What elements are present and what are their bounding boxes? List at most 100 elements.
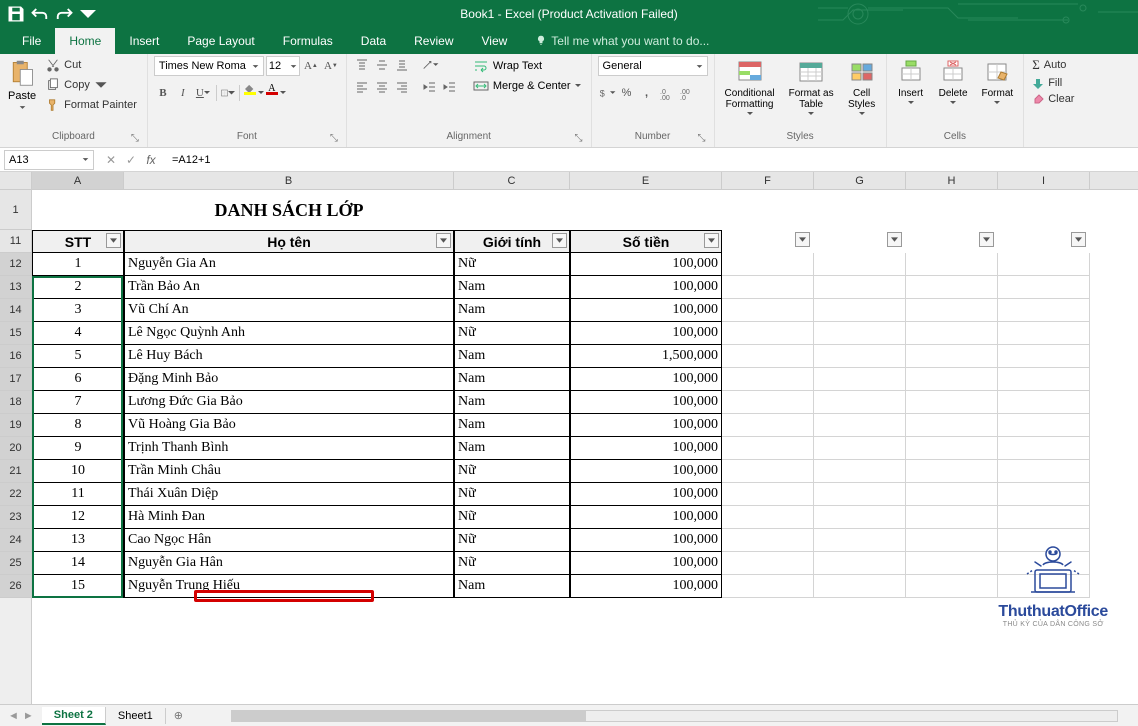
redo-icon[interactable]: [54, 4, 74, 24]
cell-gender[interactable]: Nam: [454, 414, 570, 437]
cell-name[interactable]: Lương Đức Gia Bảo: [124, 391, 454, 414]
cell-gender[interactable]: Nữ: [454, 253, 570, 276]
comma-button[interactable]: ,: [638, 84, 656, 102]
table-row[interactable]: 12Hà Minh ĐanNữ100,000: [32, 506, 1138, 529]
insert-cells-button[interactable]: Insert: [893, 56, 929, 129]
filter-button[interactable]: [704, 233, 719, 248]
decrease-indent-icon[interactable]: [421, 78, 439, 96]
hdr-gender[interactable]: Giới tính: [454, 230, 570, 253]
cell-stt[interactable]: 11: [32, 483, 124, 506]
cell-gender[interactable]: Nữ: [454, 460, 570, 483]
clear-button[interactable]: Clear: [1030, 92, 1076, 106]
conditional-formatting-button[interactable]: Conditional Formatting: [721, 56, 779, 129]
cell-gender[interactable]: Nữ: [454, 483, 570, 506]
table-row[interactable]: 1Nguyễn Gia AnNữ100,000: [32, 253, 1138, 276]
copy-button[interactable]: Copy: [42, 76, 141, 94]
font-size-select[interactable]: 12: [266, 56, 300, 76]
align-center-icon[interactable]: [373, 78, 391, 96]
tab-page-layout[interactable]: Page Layout: [173, 28, 268, 54]
tab-home[interactable]: Home: [55, 28, 115, 54]
fill-color-button[interactable]: [244, 84, 256, 102]
cell-name[interactable]: Lê Huy Bách: [124, 345, 454, 368]
save-icon[interactable]: [6, 4, 26, 24]
row-header[interactable]: 22: [0, 483, 31, 506]
cell-gender[interactable]: Nam: [454, 276, 570, 299]
table-row[interactable]: 4Lê Ngọc Quỳnh AnhNữ100,000: [32, 322, 1138, 345]
cell-gender[interactable]: Nam: [454, 437, 570, 460]
row-header[interactable]: 25: [0, 552, 31, 575]
format-painter-button[interactable]: Format Painter: [42, 96, 141, 114]
decrease-font-icon[interactable]: A▼: [322, 57, 340, 75]
sheet-next-icon[interactable]: ►: [23, 710, 34, 722]
align-bottom-icon[interactable]: [393, 56, 411, 74]
sheet-tab-sheet2[interactable]: Sheet 2: [42, 707, 106, 725]
cell-stt[interactable]: 8: [32, 414, 124, 437]
row-header[interactable]: 15: [0, 322, 31, 345]
cell-stt[interactable]: 7: [32, 391, 124, 414]
delete-cells-button[interactable]: Delete: [935, 56, 972, 129]
tab-insert[interactable]: Insert: [115, 28, 173, 54]
format-cells-button[interactable]: Format: [978, 56, 1018, 129]
cancel-formula-icon[interactable]: ✕: [104, 153, 118, 167]
cell-amount[interactable]: 100,000: [570, 460, 722, 483]
formula-input[interactable]: =A12+1: [168, 154, 1138, 166]
cell-amount[interactable]: 100,000: [570, 575, 722, 598]
cells-area[interactable]: DANH SÁCH LỚP STT Họ tên Giới tính Số ti…: [32, 190, 1138, 598]
align-top-icon[interactable]: [353, 56, 371, 74]
align-right-icon[interactable]: [393, 78, 411, 96]
table-row[interactable]: 5Lê Huy BáchNam1,500,000: [32, 345, 1138, 368]
sheet-tab-sheet1[interactable]: Sheet1: [106, 708, 166, 724]
cell-stt[interactable]: 10: [32, 460, 124, 483]
table-row[interactable]: 10Trần Minh ChâuNữ100,000: [32, 460, 1138, 483]
paste-button[interactable]: Paste: [6, 56, 38, 129]
row-header[interactable]: 19: [0, 414, 31, 437]
row-header[interactable]: 11: [0, 230, 31, 253]
col-header-a[interactable]: A: [32, 172, 124, 189]
cell-gender[interactable]: Nam: [454, 345, 570, 368]
cell-stt[interactable]: 13: [32, 529, 124, 552]
cell-name[interactable]: Hà Minh Đan: [124, 506, 454, 529]
cell-name[interactable]: Cao Ngọc Hân: [124, 529, 454, 552]
cell-name[interactable]: Trần Minh Châu: [124, 460, 454, 483]
sheet-nav[interactable]: ◄►: [0, 710, 42, 722]
table-row[interactable]: 9Trịnh Thanh BìnhNam100,000: [32, 437, 1138, 460]
row-header[interactable]: 13: [0, 276, 31, 299]
increase-decimal-icon[interactable]: .0.00: [658, 84, 676, 102]
col-header-f[interactable]: F: [722, 172, 814, 189]
cell-name[interactable]: Vũ Chí An: [124, 299, 454, 322]
cell-amount[interactable]: 100,000: [570, 391, 722, 414]
cell-amount[interactable]: 100,000: [570, 414, 722, 437]
cell-name[interactable]: Trần Bảo An: [124, 276, 454, 299]
cell-styles-button[interactable]: Cell Styles: [844, 56, 880, 129]
cell-amount[interactable]: 100,000: [570, 552, 722, 575]
undo-icon[interactable]: [30, 4, 50, 24]
cell-name[interactable]: Đặng Minh Bảo: [124, 368, 454, 391]
table-row[interactable]: 11Thái Xuân DiệpNữ100,000: [32, 483, 1138, 506]
cell-stt[interactable]: 15: [32, 575, 124, 598]
filter-button[interactable]: [887, 232, 902, 247]
filter-button[interactable]: [795, 232, 810, 247]
row-header[interactable]: 14: [0, 299, 31, 322]
row-header[interactable]: 1: [0, 190, 31, 230]
filter-button[interactable]: [1071, 232, 1086, 247]
row-header[interactable]: 23: [0, 506, 31, 529]
tab-view[interactable]: View: [468, 28, 522, 54]
font-color-button[interactable]: A: [266, 84, 278, 102]
cell-amount[interactable]: 100,000: [570, 253, 722, 276]
table-row[interactable]: 13Cao Ngọc HânNữ100,000: [32, 529, 1138, 552]
launcher-icon[interactable]: ⤡: [573, 133, 585, 145]
align-middle-icon[interactable]: [373, 56, 391, 74]
cell-gender[interactable]: Nam: [454, 575, 570, 598]
merge-center-button[interactable]: Merge & Center: [469, 76, 585, 96]
orientation-button[interactable]: [421, 56, 439, 74]
col-header-e[interactable]: E: [570, 172, 722, 189]
cell-stt[interactable]: 12: [32, 506, 124, 529]
font-name-select[interactable]: Times New Roma: [154, 56, 264, 76]
fill-button[interactable]: Fill: [1030, 76, 1076, 90]
horizontal-scrollbar[interactable]: [191, 710, 1138, 722]
col-header-g[interactable]: G: [814, 172, 906, 189]
hdr-amount[interactable]: Số tiền: [570, 230, 722, 253]
increase-indent-icon[interactable]: [441, 78, 459, 96]
italic-button[interactable]: I: [174, 84, 192, 102]
filter-button[interactable]: [552, 233, 567, 248]
